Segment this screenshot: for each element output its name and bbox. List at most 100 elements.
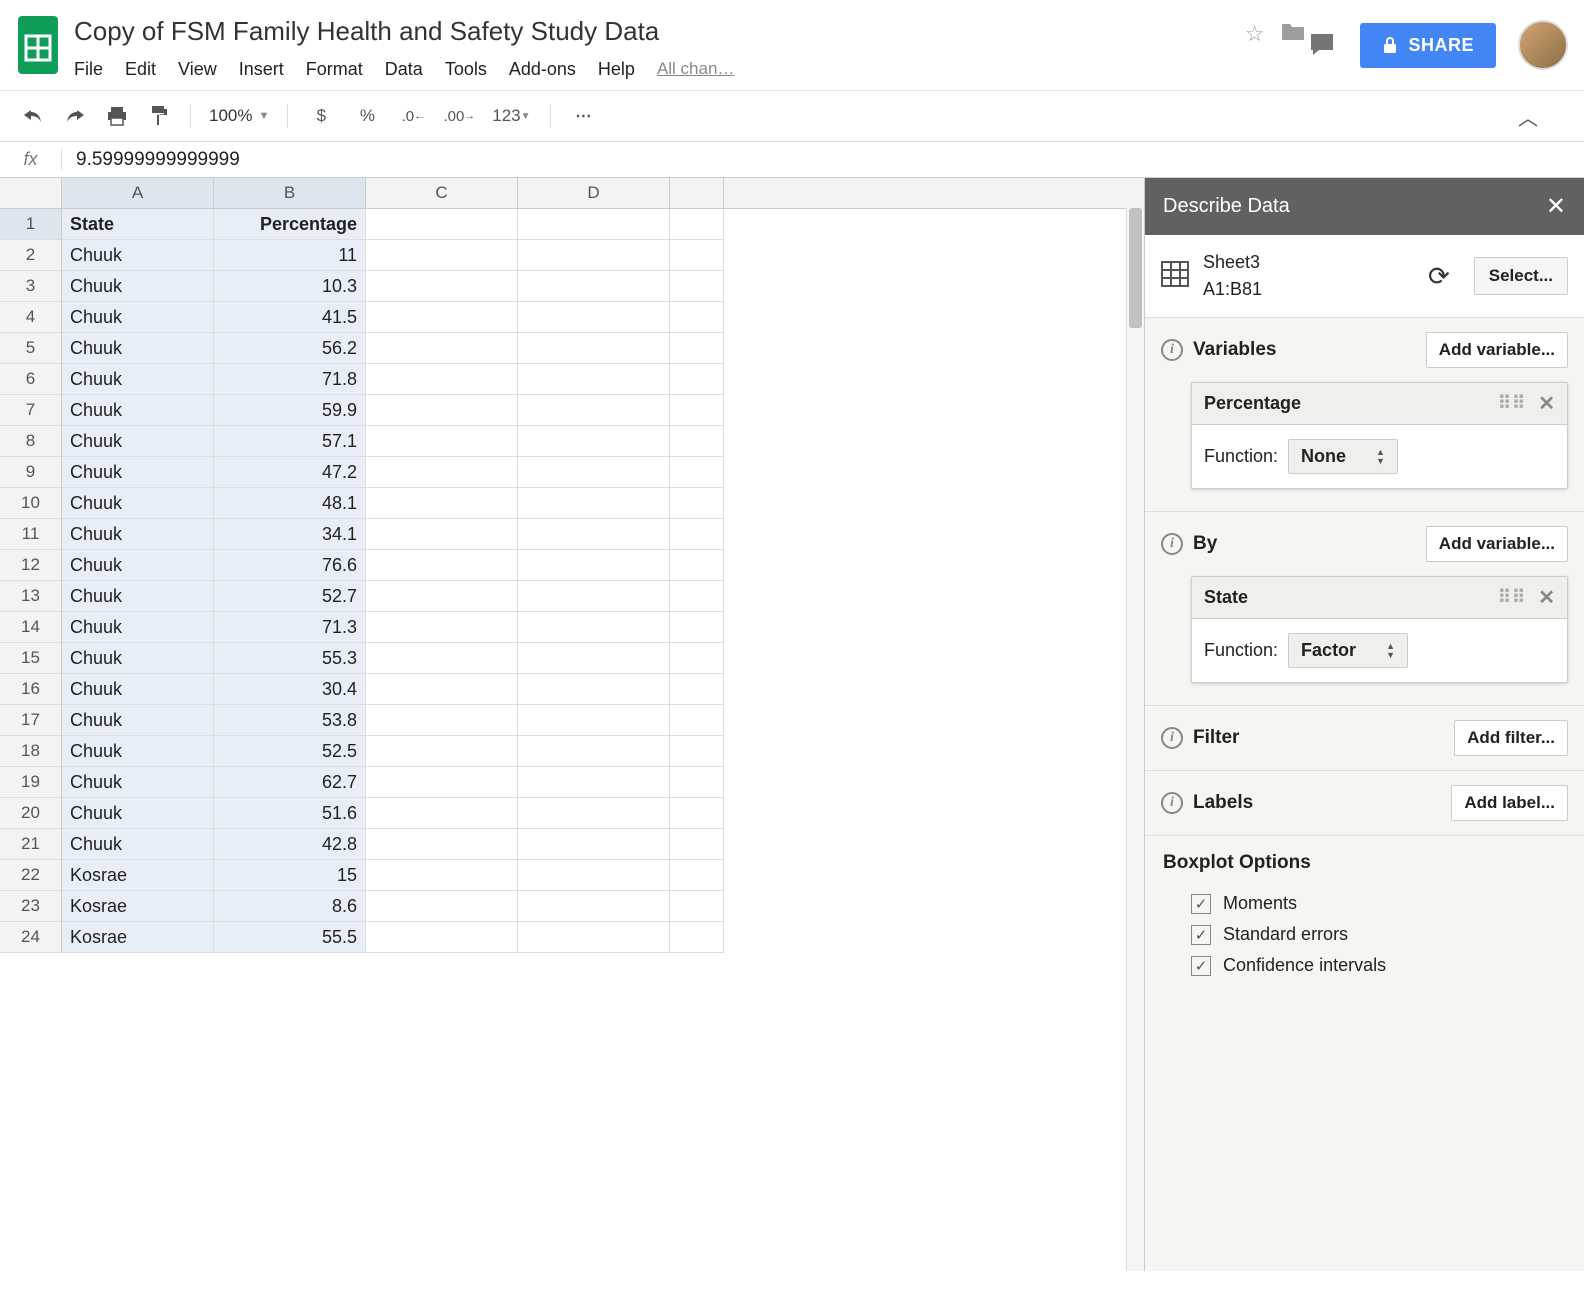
- stderr-checkbox[interactable]: ✓: [1191, 925, 1211, 945]
- cell-b14[interactable]: 71.3: [214, 612, 366, 643]
- cell-a19[interactable]: Chuuk: [62, 767, 214, 798]
- column-header-c[interactable]: C: [366, 178, 518, 208]
- select-all-corner[interactable]: [0, 178, 62, 208]
- drag-handle-icon[interactable]: ⠿⠿: [1498, 587, 1526, 608]
- cell-c2[interactable]: [366, 240, 518, 271]
- menu-help[interactable]: Help: [598, 59, 635, 80]
- cell-e20[interactable]: [670, 798, 724, 829]
- cell-d23[interactable]: [518, 891, 670, 922]
- cell-c13[interactable]: [366, 581, 518, 612]
- cell-d14[interactable]: [518, 612, 670, 643]
- cell-b1[interactable]: Percentage: [214, 209, 366, 240]
- info-icon[interactable]: i: [1161, 792, 1183, 814]
- function-select[interactable]: None ▲▼: [1288, 439, 1398, 474]
- cell-e8[interactable]: [670, 426, 724, 457]
- menu-insert[interactable]: Insert: [239, 59, 284, 80]
- vertical-scrollbar[interactable]: [1126, 208, 1144, 1271]
- zoom-selector[interactable]: 100% ▼: [205, 106, 273, 126]
- cell-c5[interactable]: [366, 333, 518, 364]
- add-by-variable-button[interactable]: Add variable...: [1426, 526, 1568, 562]
- cell-e13[interactable]: [670, 581, 724, 612]
- cell-a22[interactable]: Kosrae: [62, 860, 214, 891]
- cell-a16[interactable]: Chuuk: [62, 674, 214, 705]
- cell-b24[interactable]: 55.5: [214, 922, 366, 953]
- cell-d9[interactable]: [518, 457, 670, 488]
- cell-a9[interactable]: Chuuk: [62, 457, 214, 488]
- cell-a10[interactable]: Chuuk: [62, 488, 214, 519]
- cell-c15[interactable]: [366, 643, 518, 674]
- cell-d4[interactable]: [518, 302, 670, 333]
- cell-b10[interactable]: 48.1: [214, 488, 366, 519]
- cell-e10[interactable]: [670, 488, 724, 519]
- cell-d8[interactable]: [518, 426, 670, 457]
- info-icon[interactable]: i: [1161, 533, 1183, 555]
- cell-e17[interactable]: [670, 705, 724, 736]
- user-avatar[interactable]: [1518, 20, 1568, 70]
- cell-a11[interactable]: Chuuk: [62, 519, 214, 550]
- cell-a7[interactable]: Chuuk: [62, 395, 214, 426]
- cell-d13[interactable]: [518, 581, 670, 612]
- cell-d7[interactable]: [518, 395, 670, 426]
- decrease-decimal-button[interactable]: .0←: [394, 101, 432, 131]
- cell-b6[interactable]: 71.8: [214, 364, 366, 395]
- row-header[interactable]: 13: [0, 581, 62, 612]
- cell-a6[interactable]: Chuuk: [62, 364, 214, 395]
- cell-d3[interactable]: [518, 271, 670, 302]
- row-header[interactable]: 11: [0, 519, 62, 550]
- cell-e3[interactable]: [670, 271, 724, 302]
- row-header[interactable]: 8: [0, 426, 62, 457]
- cell-a17[interactable]: Chuuk: [62, 705, 214, 736]
- cell-d11[interactable]: [518, 519, 670, 550]
- cell-e24[interactable]: [670, 922, 724, 953]
- all-changes-link[interactable]: All chan…: [657, 59, 734, 80]
- formula-input[interactable]: 9.59999999999999: [62, 149, 1584, 171]
- cell-a8[interactable]: Chuuk: [62, 426, 214, 457]
- cell-e11[interactable]: [670, 519, 724, 550]
- cell-c7[interactable]: [366, 395, 518, 426]
- cell-e16[interactable]: [670, 674, 724, 705]
- cell-d24[interactable]: [518, 922, 670, 953]
- cell-e14[interactable]: [670, 612, 724, 643]
- paint-format-button[interactable]: [142, 101, 176, 131]
- cell-e15[interactable]: [670, 643, 724, 674]
- remove-variable-button[interactable]: ✕: [1538, 585, 1555, 610]
- cell-b15[interactable]: 55.3: [214, 643, 366, 674]
- cell-e18[interactable]: [670, 736, 724, 767]
- cell-b4[interactable]: 41.5: [214, 302, 366, 333]
- cell-d2[interactable]: [518, 240, 670, 271]
- spreadsheet-grid[interactable]: A B C D 1StatePercentage2Chuuk113Chuuk10…: [0, 178, 1144, 1271]
- format-number-button[interactable]: 123 ▼: [486, 101, 536, 131]
- cell-c18[interactable]: [366, 736, 518, 767]
- column-header-d[interactable]: D: [518, 178, 670, 208]
- undo-button[interactable]: [16, 101, 50, 131]
- menu-edit[interactable]: Edit: [125, 59, 156, 80]
- cell-e9[interactable]: [670, 457, 724, 488]
- refresh-button[interactable]: ⟳: [1428, 261, 1450, 292]
- cell-b2[interactable]: 11: [214, 240, 366, 271]
- cell-e1[interactable]: [670, 209, 724, 240]
- collapse-toolbar-button[interactable]: ︿: [1488, 102, 1568, 131]
- cell-e5[interactable]: [670, 333, 724, 364]
- cell-b23[interactable]: 8.6: [214, 891, 366, 922]
- row-header[interactable]: 23: [0, 891, 62, 922]
- row-header[interactable]: 6: [0, 364, 62, 395]
- row-header[interactable]: 17: [0, 705, 62, 736]
- cell-d10[interactable]: [518, 488, 670, 519]
- cell-a23[interactable]: Kosrae: [62, 891, 214, 922]
- folder-icon[interactable]: [1280, 20, 1306, 48]
- cell-d5[interactable]: [518, 333, 670, 364]
- cell-a12[interactable]: Chuuk: [62, 550, 214, 581]
- row-header[interactable]: 22: [0, 860, 62, 891]
- cell-a3[interactable]: Chuuk: [62, 271, 214, 302]
- row-header[interactable]: 1: [0, 209, 62, 240]
- currency-button[interactable]: $: [302, 101, 340, 131]
- cell-b17[interactable]: 53.8: [214, 705, 366, 736]
- cell-c22[interactable]: [366, 860, 518, 891]
- row-header[interactable]: 16: [0, 674, 62, 705]
- cell-c8[interactable]: [366, 426, 518, 457]
- cell-b16[interactable]: 30.4: [214, 674, 366, 705]
- cell-a2[interactable]: Chuuk: [62, 240, 214, 271]
- cell-c12[interactable]: [366, 550, 518, 581]
- cell-c16[interactable]: [366, 674, 518, 705]
- cell-a24[interactable]: Kosrae: [62, 922, 214, 953]
